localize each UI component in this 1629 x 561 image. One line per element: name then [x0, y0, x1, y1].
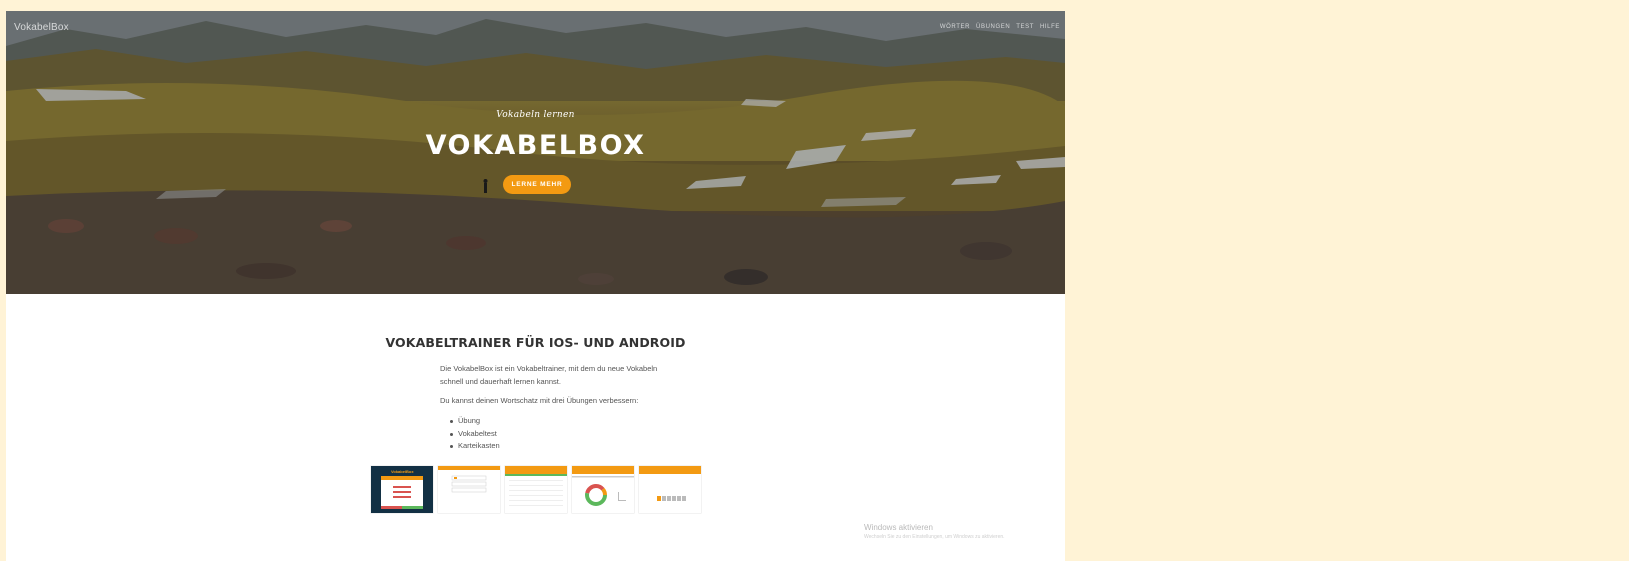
screenshot-thumbnail-statistics[interactable] — [572, 466, 634, 513]
watermark-subtitle: Wechseln Sie zu den Einstellungen, um Wi… — [864, 534, 1005, 540]
hero-title: VOKABELBOX — [425, 130, 646, 161]
screenshot-thumbnail-wordlist[interactable] — [505, 466, 567, 513]
brand-logo-text[interactable]: VokabelBox — [14, 22, 69, 33]
screenshot-thumbnail-exercise[interactable] — [438, 466, 500, 513]
screenshot-thumbnail-cardbox[interactable] — [639, 466, 701, 513]
list-item: Karteikasten — [450, 440, 500, 453]
watermark-title: Windows aktivieren — [864, 523, 933, 532]
screenshot-thumbnail-start[interactable]: VokabelBox — [371, 466, 433, 513]
intro-paragraph: Die VokabelBox ist ein Vokabeltrainer, m… — [440, 364, 658, 386]
nav-item-test[interactable]: TEST — [1016, 24, 1034, 30]
nav-item-woerter[interactable]: WÖRTER — [940, 24, 970, 30]
list-item: Übung — [450, 415, 500, 428]
list-item: Vokabeltest — [450, 428, 500, 441]
web-page: VokabelBox WÖRTER ÜBUNGEN TEST HILFE Vok… — [6, 11, 1065, 561]
top-navigation: WÖRTER ÜBUNGEN TEST HILFE — [940, 24, 1060, 30]
hero-banner: VokabelBox WÖRTER ÜBUNGEN TEST HILFE Vok… — [6, 11, 1065, 294]
learn-more-button[interactable]: LERNE MEHR — [503, 175, 571, 194]
exercise-screen-preview — [451, 475, 487, 493]
nav-item-hilfe[interactable]: HILFE — [1040, 24, 1060, 30]
windows-activation-watermark: Windows aktivieren Wechseln Sie zu den E… — [864, 523, 1005, 540]
hero-tagline: Vokabeln lernen — [496, 110, 575, 120]
exercise-list: Übung Vokabeltest Karteikasten — [450, 415, 500, 453]
thumbnail-app-title: VokabelBox — [391, 469, 414, 474]
exercises-paragraph: Du kannst deinen Wortschatz mit drei Übu… — [440, 396, 639, 405]
screenshot-gallery: VokabelBox — [371, 466, 701, 513]
section-title: VOKABELTRAINER FÜR IOS- UND ANDROID — [385, 335, 686, 350]
nav-item-uebungen[interactable]: ÜBUNGEN — [976, 24, 1010, 30]
